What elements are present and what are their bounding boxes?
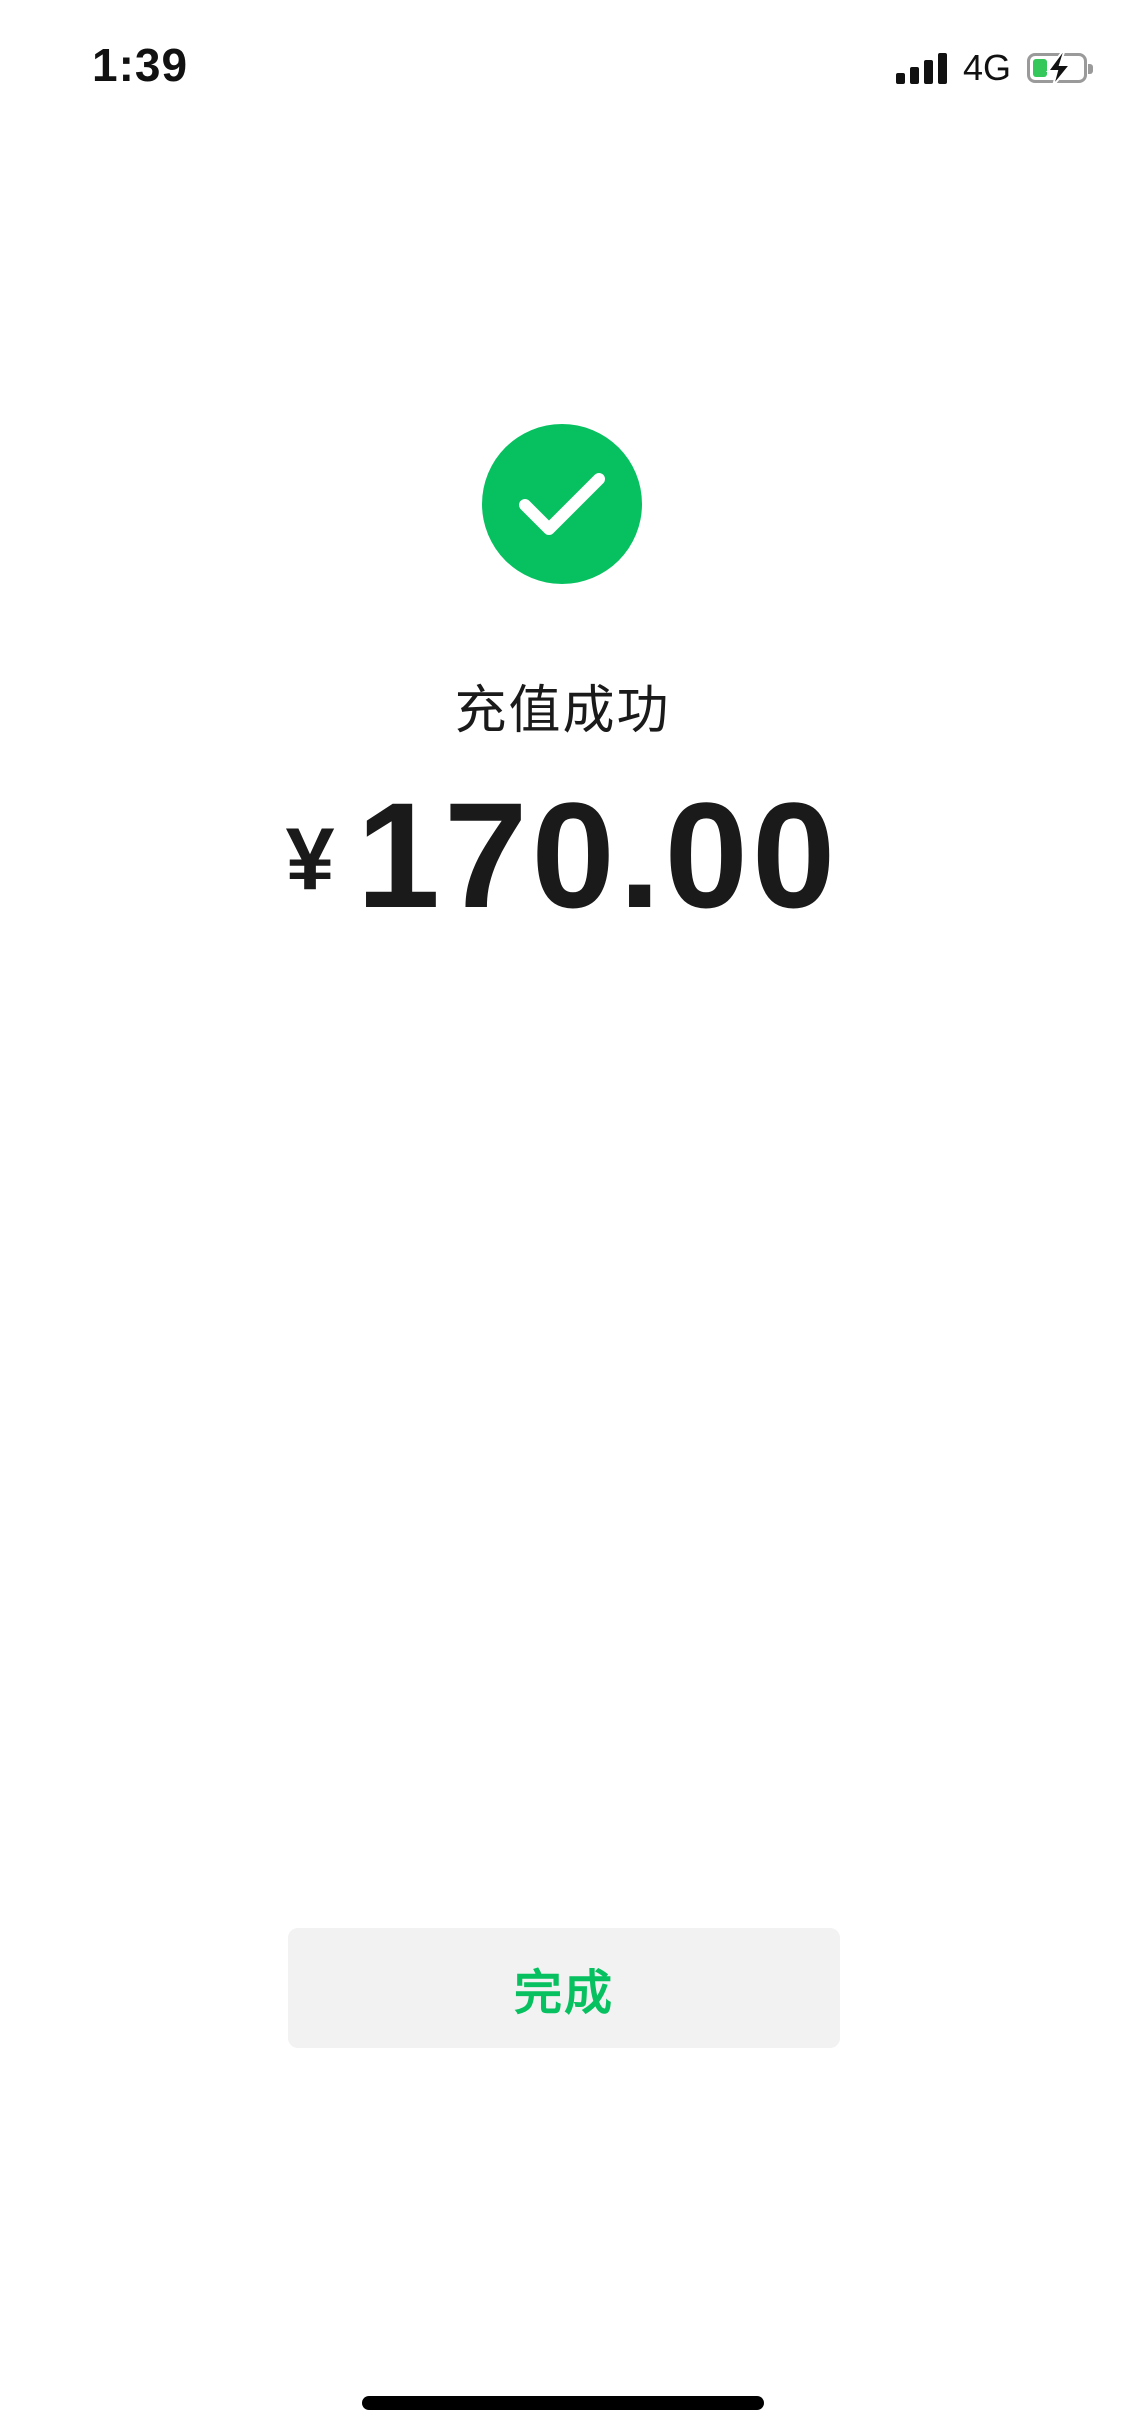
amount-value: 170.00 <box>356 771 840 939</box>
status-time: 1:39 <box>92 39 189 91</box>
checkmark-circle-icon <box>482 424 642 584</box>
battery-cap <box>1088 64 1093 74</box>
status-bar: 1:39 4G <box>0 0 1125 132</box>
network-type: 4G <box>962 47 1011 88</box>
cellular-signal-icon <box>895 52 947 84</box>
result-title: 充值成功 <box>454 682 671 740</box>
amount-display: ¥ 170.00 <box>0 780 1125 930</box>
battery-charging-icon <box>1027 52 1093 86</box>
status-indicators: 4G <box>895 47 1093 88</box>
charging-bolt-icon <box>1046 52 1073 86</box>
currency-symbol: ¥ <box>285 809 335 908</box>
checkmark-icon <box>519 473 605 535</box>
done-button[interactable]: 完成 <box>288 1928 840 2048</box>
home-indicator[interactable] <box>362 2396 764 2410</box>
